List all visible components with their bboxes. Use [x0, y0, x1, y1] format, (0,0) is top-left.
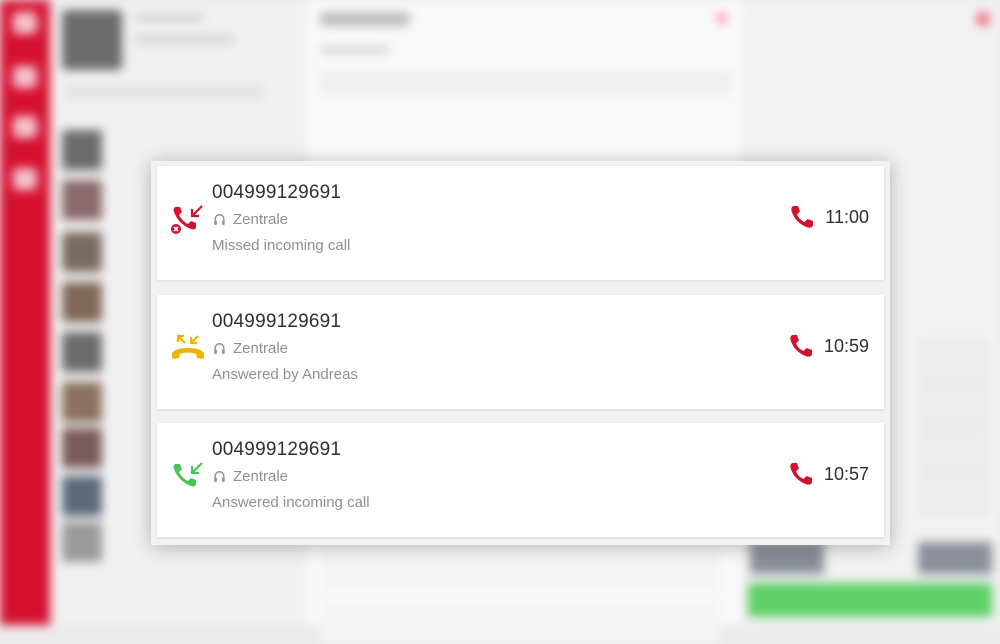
- placeholder-button: [748, 583, 992, 617]
- avatar: [62, 180, 102, 220]
- line-name: Zentrale: [233, 340, 289, 357]
- answered-elsewhere-call-icon: [172, 334, 204, 359]
- placeholder-line: [134, 14, 204, 21]
- line-info: Zentrale: [212, 468, 288, 485]
- call-time-group: 10:59: [788, 333, 869, 359]
- call-list-popup: 004999129691 Zentrale Missed incoming ca…: [151, 161, 890, 545]
- home-icon: [13, 12, 37, 34]
- placeholder-line: [64, 86, 264, 98]
- search-icon: [13, 116, 37, 138]
- dial-key: [920, 340, 988, 382]
- dial-key: [920, 472, 988, 514]
- headset-icon: [214, 342, 225, 354]
- dial-key: [920, 428, 988, 470]
- line-name: Zentrale: [233, 211, 289, 228]
- avatar: [62, 10, 122, 70]
- nav-rail: [0, 0, 50, 625]
- line-name: Zentrale: [233, 468, 289, 485]
- avatar: [62, 282, 102, 322]
- call-time: 10:59: [823, 335, 869, 356]
- call-description: Missed incoming call: [212, 237, 351, 254]
- call-time-group: 11:00: [789, 204, 869, 230]
- placeholder-line: [320, 12, 410, 26]
- avatar: [62, 332, 102, 372]
- answered-incoming-call-icon: [173, 462, 203, 487]
- placeholder-row: [320, 548, 720, 592]
- placeholder-button: [918, 542, 992, 574]
- placeholder-line: [134, 36, 234, 43]
- call-entry[interactable]: 004999129691 Zentrale Answered by Andrea…: [157, 295, 884, 409]
- phone-icon[interactable]: [788, 461, 814, 487]
- call-time: 10:57: [823, 463, 869, 484]
- placeholder-line: [320, 46, 390, 54]
- call-time-group: 10:57: [788, 461, 869, 487]
- call-time: 11:00: [825, 206, 869, 227]
- caller-number: 004999129691: [212, 311, 342, 332]
- avatar: [62, 428, 102, 468]
- settings-icon: [13, 168, 37, 190]
- headset-icon: [214, 470, 225, 482]
- avatar: [62, 232, 102, 272]
- avatar: [62, 130, 102, 170]
- calls-icon: [13, 66, 37, 88]
- caller-number: 004999129691: [212, 182, 342, 203]
- placeholder-button: [750, 542, 824, 574]
- call-entry[interactable]: 004999129691 Zentrale Missed incoming ca…: [157, 166, 884, 280]
- avatar: [62, 382, 102, 422]
- placeholder-dot: [716, 12, 728, 24]
- phone-icon[interactable]: [789, 204, 815, 230]
- call-entry[interactable]: 004999129691 Zentrale Answered incoming …: [157, 423, 884, 537]
- headset-icon: [214, 213, 225, 225]
- placeholder-dot: [976, 12, 990, 26]
- call-description: Answered by Andreas: [212, 366, 358, 383]
- placeholder-row: [320, 600, 720, 644]
- line-info: Zentrale: [212, 211, 288, 228]
- dial-key: [920, 384, 988, 426]
- caller-number: 004999129691: [212, 439, 342, 460]
- line-info: Zentrale: [212, 340, 288, 357]
- missed-incoming-call-icon: [171, 205, 203, 234]
- placeholder-field: [320, 70, 730, 94]
- avatar: [62, 476, 102, 516]
- phone-icon[interactable]: [788, 333, 814, 359]
- avatar: [62, 522, 102, 562]
- call-description: Answered incoming call: [212, 494, 370, 511]
